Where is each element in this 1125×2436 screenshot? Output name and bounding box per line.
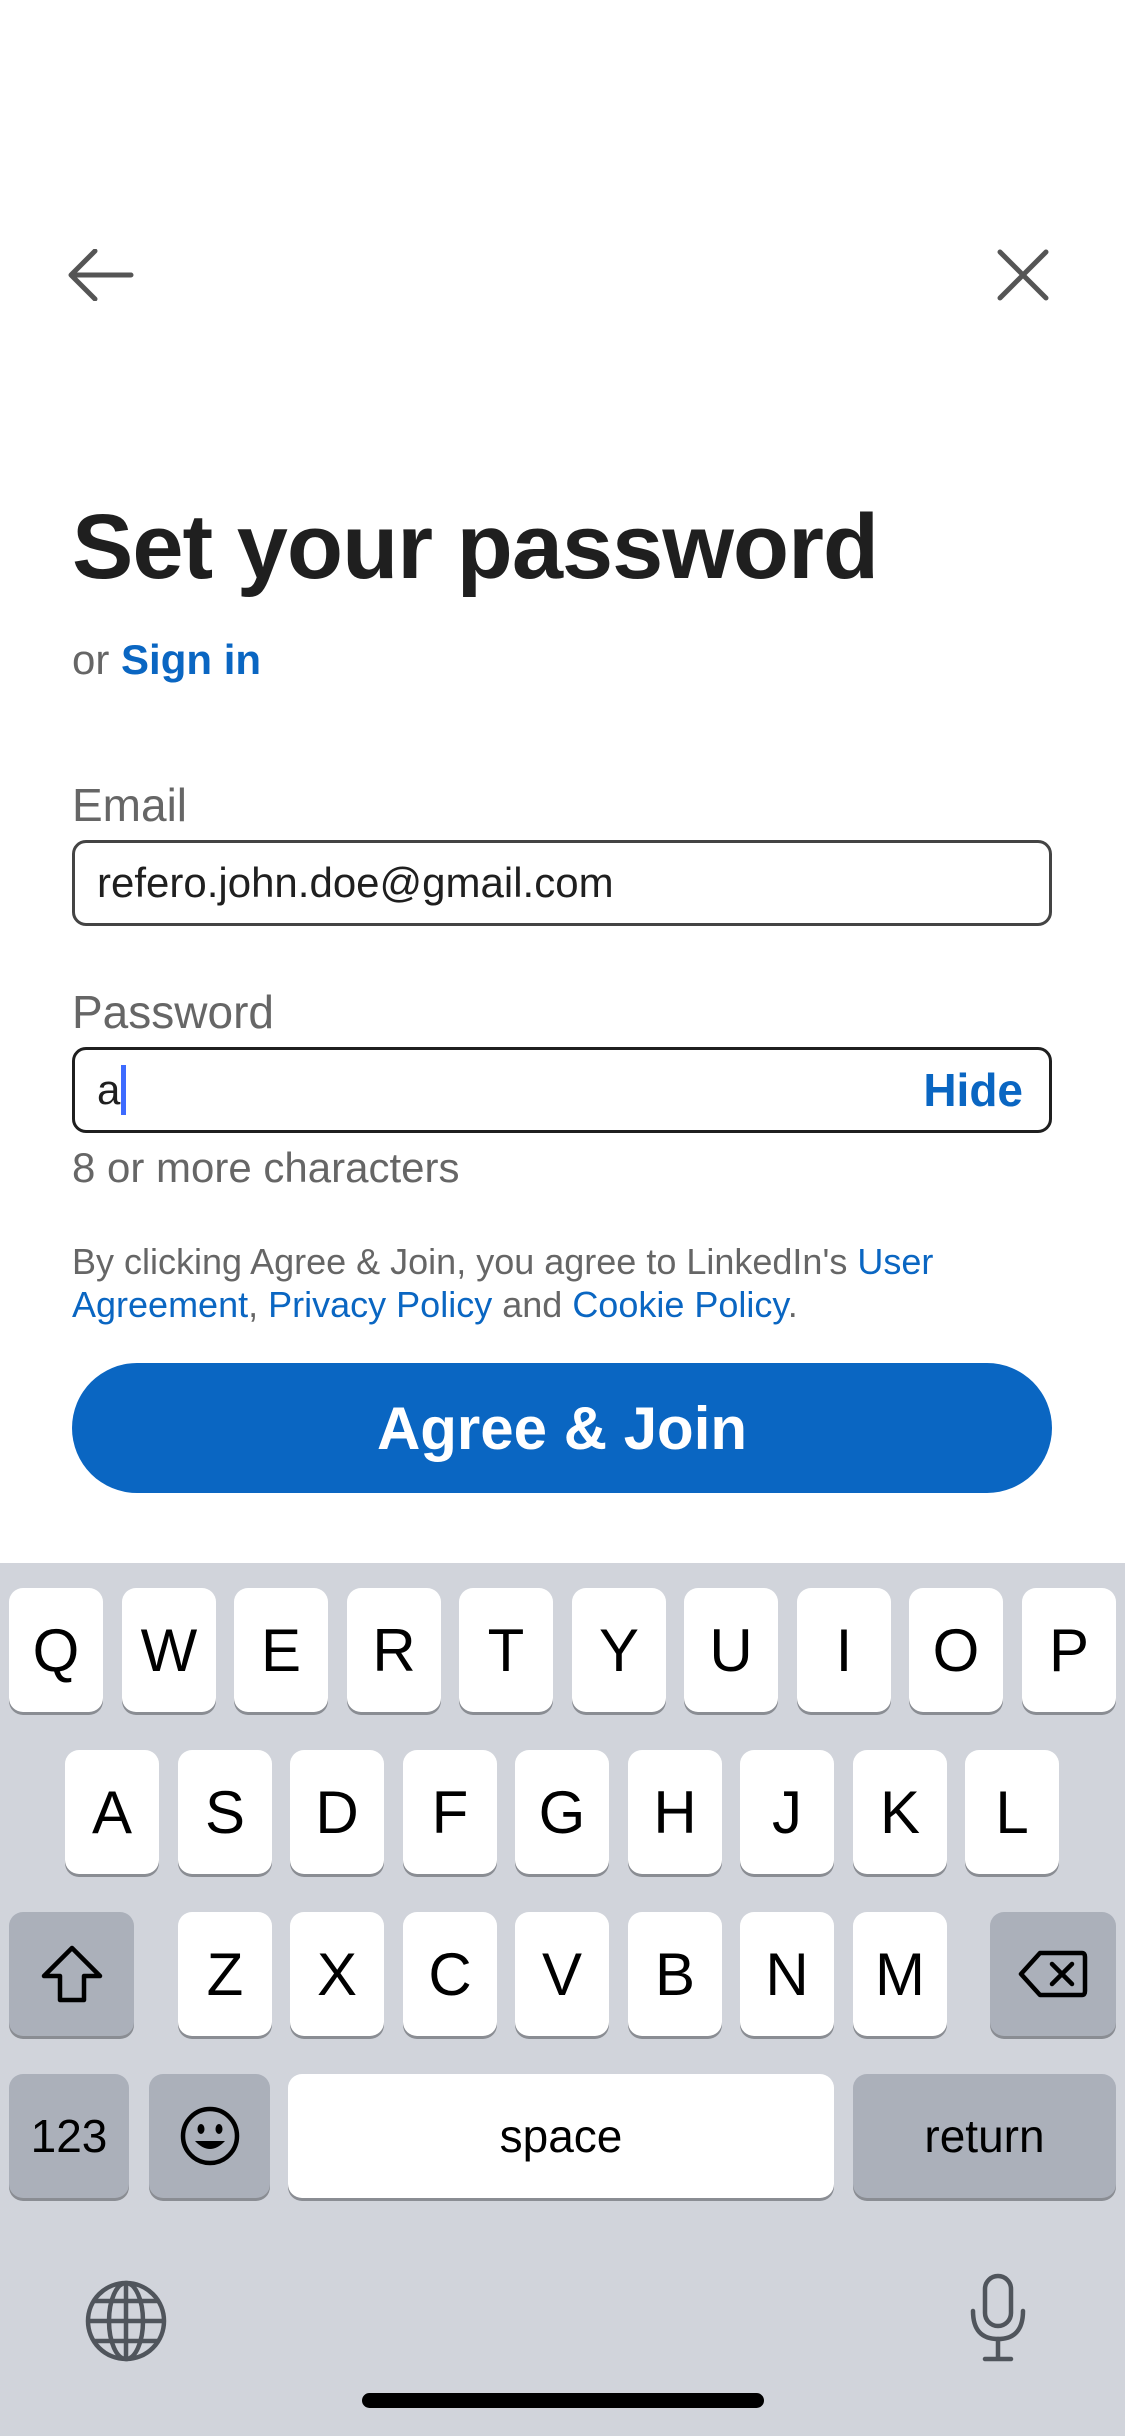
legal-intro: By clicking Agree & Join, you agree to L…: [72, 1241, 848, 1282]
backspace-icon: [1018, 1950, 1088, 1998]
microphone-icon: [970, 2273, 1026, 2362]
space-key[interactable]: space: [288, 2074, 834, 2198]
signin-prefix: or: [72, 636, 110, 683]
key-q[interactable]: Q: [9, 1588, 103, 1712]
agree-join-button[interactable]: Agree & Join: [72, 1363, 1052, 1493]
key-o[interactable]: O: [909, 1588, 1003, 1712]
back-button[interactable]: [60, 235, 140, 315]
return-key[interactable]: return: [853, 2074, 1116, 2198]
close-button[interactable]: [983, 235, 1063, 315]
key-u[interactable]: U: [684, 1588, 778, 1712]
key-s[interactable]: S: [178, 1750, 272, 1874]
dictation-key[interactable]: [952, 2268, 1044, 2368]
keyboard: Q W E R T Y U I O P A S D F G H J K L Z …: [0, 1563, 1125, 2436]
password-field[interactable]: a Hide: [72, 1047, 1052, 1133]
cookie-policy-link[interactable]: Cookie Policy: [572, 1284, 787, 1325]
key-h[interactable]: H: [628, 1750, 722, 1874]
key-b[interactable]: B: [628, 1912, 722, 2036]
emoji-key[interactable]: [149, 2074, 270, 2198]
signin-row: or Sign in: [72, 636, 261, 684]
globe-key[interactable]: [80, 2275, 172, 2367]
page-title: Set your password: [72, 496, 879, 598]
key-e[interactable]: E: [234, 1588, 328, 1712]
key-w[interactable]: W: [122, 1588, 216, 1712]
key-r[interactable]: R: [347, 1588, 441, 1712]
text-caret: [121, 1065, 127, 1115]
home-indicator: [362, 2393, 764, 2408]
privacy-policy-link[interactable]: Privacy Policy: [268, 1284, 492, 1325]
arrow-left-icon: [68, 249, 134, 301]
emoji-icon: [180, 2106, 239, 2166]
key-m[interactable]: M: [853, 1912, 947, 2036]
key-j[interactable]: J: [740, 1750, 834, 1874]
password-label: Password: [72, 986, 274, 1038]
legal-and: and: [502, 1284, 563, 1325]
key-f[interactable]: F: [403, 1750, 497, 1874]
key-d[interactable]: D: [290, 1750, 384, 1874]
backspace-key[interactable]: [990, 1912, 1116, 2036]
globe-icon: [85, 2280, 167, 2362]
sign-in-link[interactable]: Sign in: [121, 636, 261, 683]
shift-icon: [41, 1945, 102, 2003]
key-v[interactable]: V: [515, 1912, 609, 2036]
key-n[interactable]: N: [740, 1912, 834, 2036]
legal-comma: ,: [248, 1284, 259, 1325]
key-i[interactable]: I: [797, 1588, 891, 1712]
numbers-key[interactable]: 123: [9, 2074, 129, 2198]
key-y[interactable]: Y: [572, 1588, 666, 1712]
password-hint: 8 or more characters: [72, 1144, 460, 1191]
close-icon: [997, 249, 1049, 301]
key-x[interactable]: X: [290, 1912, 384, 2036]
key-a[interactable]: A: [65, 1750, 159, 1874]
shift-key[interactable]: [9, 1912, 134, 2036]
legal-text: By clicking Agree & Join, you agree to L…: [72, 1240, 1072, 1326]
key-g[interactable]: G: [515, 1750, 609, 1874]
key-z[interactable]: Z: [178, 1912, 272, 2036]
key-k[interactable]: K: [853, 1750, 947, 1874]
key-t[interactable]: T: [459, 1588, 553, 1712]
email-field[interactable]: refero.john.doe@gmail.com: [72, 840, 1052, 926]
email-value: refero.john.doe@gmail.com: [97, 859, 614, 906]
password-value: a: [97, 1066, 121, 1113]
legal-period: .: [787, 1284, 798, 1325]
hide-password-button[interactable]: Hide: [923, 1063, 1027, 1117]
key-c[interactable]: C: [403, 1912, 497, 2036]
signup-screen: Set your password or Sign in Email refer…: [0, 0, 1125, 2436]
email-label: Email: [72, 779, 188, 831]
key-l[interactable]: L: [965, 1750, 1059, 1874]
key-p[interactable]: P: [1022, 1588, 1116, 1712]
